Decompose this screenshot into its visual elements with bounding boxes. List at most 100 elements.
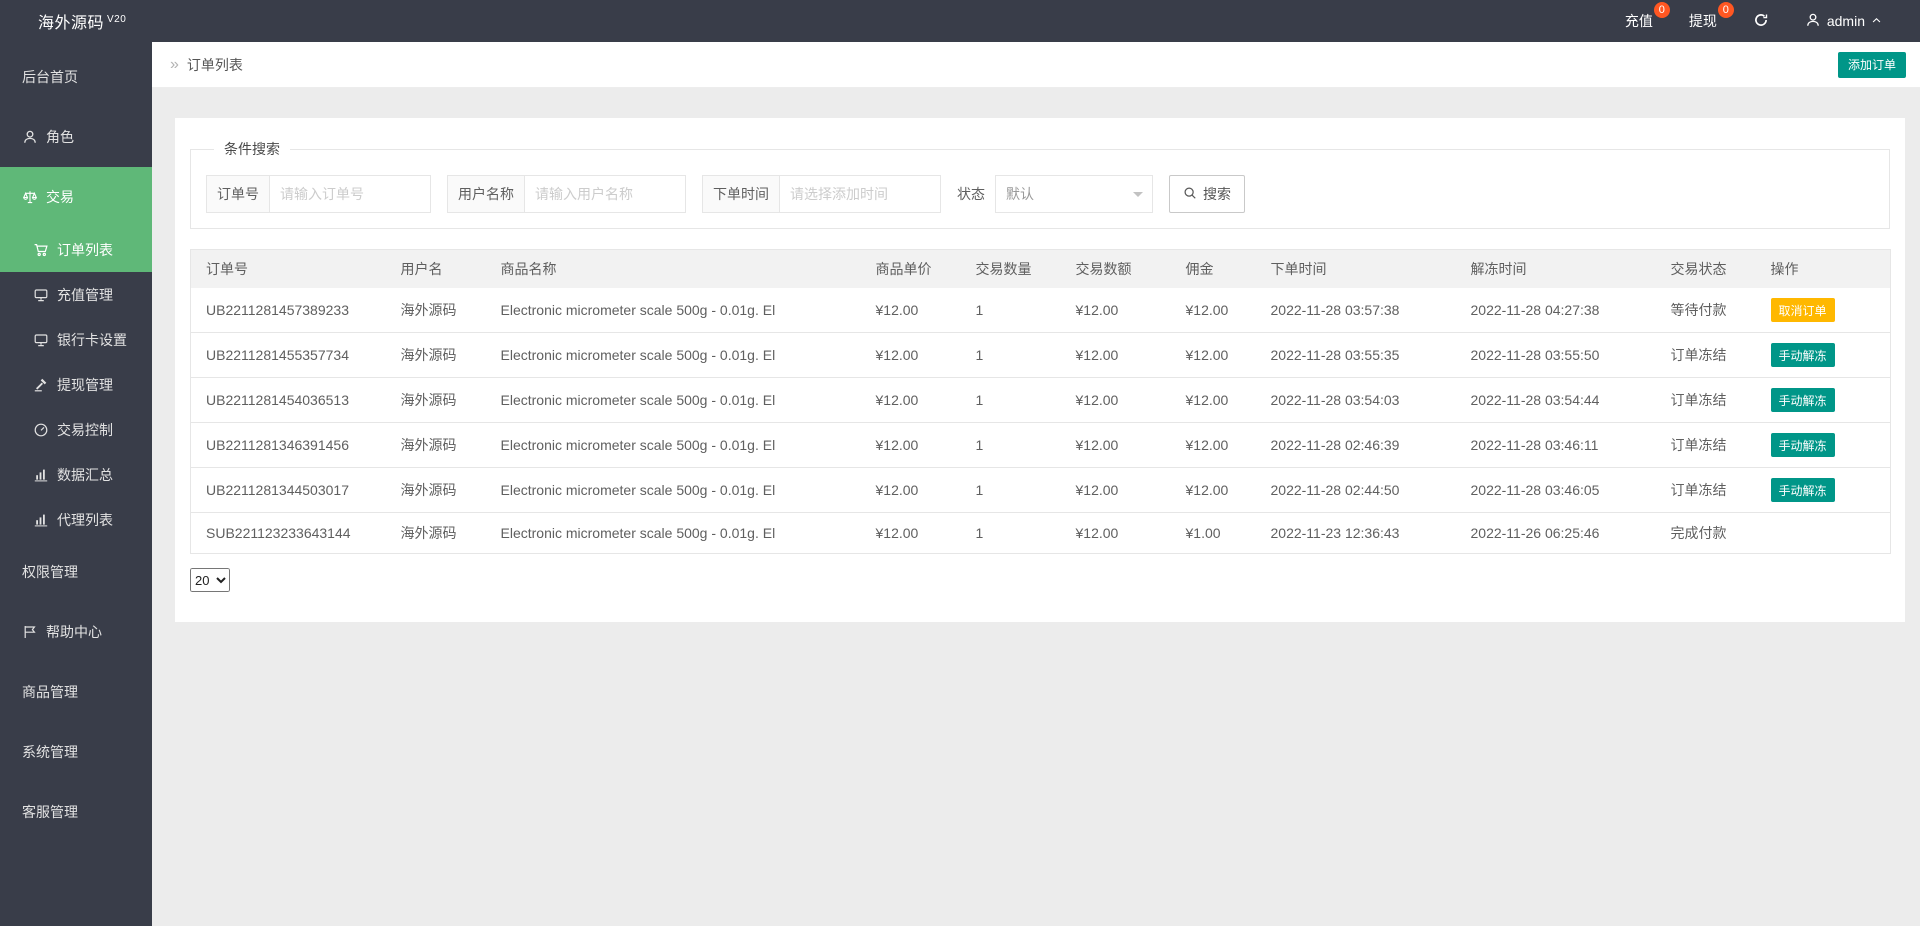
recharge-button[interactable]: 充值 0 [1607, 0, 1671, 42]
cell-amount: ¥12.00 [1066, 378, 1176, 423]
hammer-icon [33, 377, 49, 393]
cell-action: 手动解冻 [1761, 378, 1891, 423]
cell-status: 订单冻结 [1661, 378, 1761, 423]
order-time-field-label: 下单时间 [702, 175, 779, 213]
chevron-up-icon [1871, 13, 1882, 29]
cell-amount: ¥12.00 [1066, 333, 1176, 378]
cell-unit-price: ¥12.00 [866, 333, 966, 378]
table-row: SUB221123233643144海外源码Electronic microme… [191, 513, 1891, 554]
user-menu[interactable]: admin [1787, 0, 1900, 42]
sidebar-item-order-list[interactable]: 订单列表 [0, 227, 152, 272]
sidebar-item-roles[interactable]: 角色 [0, 107, 152, 167]
sidebar-item-transactions[interactable]: 交易 [0, 167, 152, 227]
scales-icon [22, 189, 38, 205]
cell-status: 订单冻结 [1661, 333, 1761, 378]
cell-commission: ¥12.00 [1176, 423, 1261, 468]
cell-action [1761, 513, 1891, 554]
status-field-group: 状态 默认 [957, 175, 1153, 213]
sidebar-item-customer-service[interactable]: 客服管理 [0, 782, 152, 842]
orders-table-body: UB2211281457389233海外源码Electronic microme… [191, 288, 1891, 554]
pagination: 20 [190, 568, 1890, 592]
manual-unfreeze-button[interactable]: 手动解冻 [1771, 388, 1835, 412]
cell-commission: ¥12.00 [1176, 333, 1261, 378]
sidebar-item-home[interactable]: 后台首页 [0, 47, 152, 107]
cell-amount: ¥12.00 [1066, 513, 1176, 554]
search-icon [1183, 186, 1197, 203]
topbar: 海外源码V20 充值 0 提现 0 admin [0, 0, 1920, 42]
cell-username: 海外源码 [391, 423, 491, 468]
username-input[interactable] [524, 175, 686, 213]
sidebar-item-transaction-control[interactable]: 交易控制 [0, 407, 152, 452]
cell-commission: ¥12.00 [1176, 288, 1261, 333]
search-panel-legend: 条件搜索 [214, 139, 290, 159]
table-row: UB2211281346391456海外源码Electronic microme… [191, 423, 1891, 468]
cell-status: 等待付款 [1661, 288, 1761, 333]
search-button[interactable]: 搜索 [1169, 175, 1245, 213]
board-icon [33, 332, 49, 348]
app-logo: 海外源码V20 [0, 9, 220, 33]
sidebar-item-label: 权限管理 [22, 562, 78, 582]
sidebar-item-label: 后台首页 [22, 67, 78, 87]
page-title: 订单列表 [187, 55, 243, 75]
sidebar-item-label: 交易 [46, 187, 74, 207]
cart-icon [33, 242, 49, 258]
cell-quantity: 1 [966, 513, 1066, 554]
gauge-icon [33, 422, 49, 438]
flag-icon [22, 624, 38, 640]
orders-table: 订单号用户名商品名称商品单价交易数量交易数额佣金下单时间解冻时间交易状态操作 U… [190, 249, 1891, 554]
user-icon [22, 129, 38, 145]
cell-order-time: 2022-11-28 03:57:38 [1261, 288, 1461, 333]
column-header: 佣金 [1176, 250, 1261, 289]
chart-icon [33, 512, 49, 528]
column-header: 订单号 [191, 250, 391, 289]
sidebar-item-data-summary[interactable]: 数据汇总 [0, 452, 152, 497]
recharge-badge: 0 [1654, 2, 1670, 18]
cell-product-name: Electronic micrometer scale 500g - 0.01g… [491, 423, 866, 468]
main-area: » 订单列表 添加订单 条件搜索 订单号 用户名称 下单时间 [152, 42, 1920, 926]
cell-product-name: Electronic micrometer scale 500g - 0.01g… [491, 288, 866, 333]
column-header: 交易数量 [966, 250, 1066, 289]
refresh-button[interactable] [1735, 0, 1787, 42]
chart-icon [33, 467, 49, 483]
cell-quantity: 1 [966, 288, 1066, 333]
sidebar-item-bank-card-settings[interactable]: 银行卡设置 [0, 317, 152, 362]
search-row: 订单号 用户名称 下单时间 状态 默认 [206, 175, 1874, 213]
cell-action: 手动解冻 [1761, 333, 1891, 378]
board-icon [33, 287, 49, 303]
manual-unfreeze-button[interactable]: 手动解冻 [1771, 433, 1835, 457]
status-select[interactable]: 默认 [995, 175, 1153, 213]
cell-order-no: SUB221123233643144 [191, 513, 391, 554]
sidebar-item-permissions[interactable]: 权限管理 [0, 542, 152, 602]
add-order-button[interactable]: 添加订单 [1838, 52, 1906, 78]
sidebar-item-system-management[interactable]: 系统管理 [0, 722, 152, 782]
sidebar-item-help-center[interactable]: 帮助中心 [0, 602, 152, 662]
cell-order-time: 2022-11-28 02:44:50 [1261, 468, 1461, 513]
cell-unfreeze-time: 2022-11-28 03:54:44 [1461, 378, 1661, 423]
withdraw-button[interactable]: 提现 0 [1671, 0, 1735, 42]
search-panel: 条件搜索 订单号 用户名称 下单时间 状态 默认 [190, 139, 1890, 229]
cell-unfreeze-time: 2022-11-28 04:27:38 [1461, 288, 1661, 333]
column-header: 商品单价 [866, 250, 966, 289]
manual-unfreeze-button[interactable]: 手动解冻 [1771, 478, 1835, 502]
refresh-icon [1753, 12, 1769, 31]
cell-unit-price: ¥12.00 [866, 468, 966, 513]
order-no-input[interactable] [269, 175, 431, 213]
sidebar-item-label: 代理列表 [57, 510, 113, 530]
sidebar-item-recharge-management[interactable]: 充值管理 [0, 272, 152, 317]
cell-order-no: UB2211281457389233 [191, 288, 391, 333]
cancel-order-button[interactable]: 取消订单 [1771, 298, 1835, 322]
sidebar-item-withdraw-management[interactable]: 提现管理 [0, 362, 152, 407]
table-row: UB2211281455357734海外源码Electronic microme… [191, 333, 1891, 378]
username-field-group: 用户名称 [447, 175, 686, 213]
cell-commission: ¥12.00 [1176, 468, 1261, 513]
sidebar-item-label: 银行卡设置 [57, 330, 127, 350]
page-size-select[interactable]: 20 [190, 568, 230, 592]
cell-commission: ¥1.00 [1176, 513, 1261, 554]
cell-order-no: UB2211281455357734 [191, 333, 391, 378]
cell-unfreeze-time: 2022-11-28 03:46:11 [1461, 423, 1661, 468]
order-time-input[interactable] [779, 175, 941, 213]
user-icon [1805, 12, 1821, 31]
sidebar-item-product-management[interactable]: 商品管理 [0, 662, 152, 722]
manual-unfreeze-button[interactable]: 手动解冻 [1771, 343, 1835, 367]
sidebar-item-agent-list[interactable]: 代理列表 [0, 497, 152, 542]
